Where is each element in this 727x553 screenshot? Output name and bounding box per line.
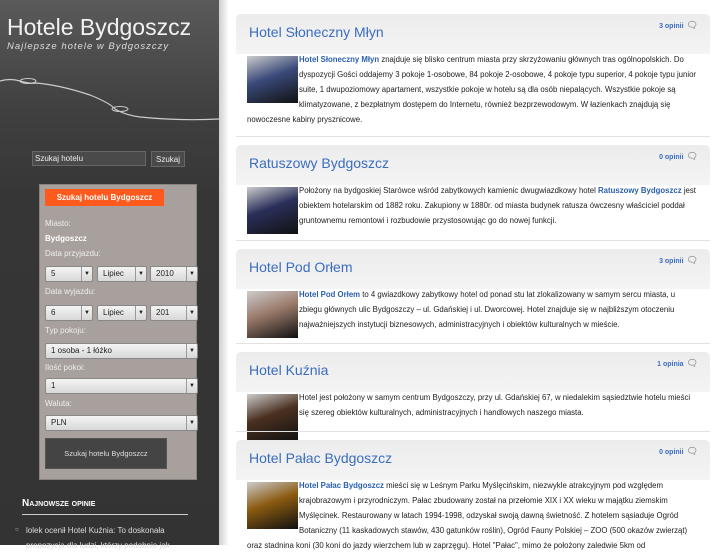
post-divider bbox=[236, 343, 710, 344]
hotel-thumbnail[interactable] bbox=[247, 56, 298, 103]
post-divider bbox=[236, 136, 710, 137]
comments-count: 1 opinia bbox=[657, 361, 684, 368]
room-type-label: Typ pokoju: bbox=[45, 326, 86, 335]
currency-value: PLN bbox=[51, 418, 67, 427]
arrival-month-select[interactable]: Lipiec ▼ bbox=[97, 266, 147, 282]
departure-month-value: Lipiec bbox=[103, 308, 124, 317]
post-text: znajduje się blisko centrum miasta przy … bbox=[247, 55, 697, 124]
post-header: Hotel Pod Orłem 3 opinii 🗨 bbox=[236, 249, 710, 289]
post-title[interactable]: Hotel Pod Orłem bbox=[249, 259, 352, 275]
comments-count: 0 opinii bbox=[659, 449, 684, 456]
post-title[interactable]: Hotel Słoneczny Młyn bbox=[249, 24, 384, 40]
arrival-day-select[interactable]: 5 ▼ bbox=[45, 266, 93, 282]
departure-year-value: 201 bbox=[156, 308, 170, 317]
rooms-select[interactable]: 1 ▼ bbox=[45, 378, 198, 394]
departure-label: Data wyjazdu: bbox=[45, 287, 96, 296]
chevron-down-icon: ▼ bbox=[186, 379, 197, 393]
search-hotel-submit-button[interactable]: Szukaj hotelu Bydgoszcz bbox=[45, 438, 167, 469]
chevron-down-icon: ▼ bbox=[81, 306, 92, 320]
departure-day-value: 6 bbox=[51, 308, 56, 317]
post-text: Hotel jest położony w samym centrum Bydg… bbox=[299, 393, 691, 417]
currency-select[interactable]: PLN ▼ bbox=[45, 415, 198, 431]
sidebar-shadow bbox=[219, 0, 229, 545]
hotel-post: Ratuszowy Bydgoszcz 0 opinii 🗨 Położony n… bbox=[236, 145, 710, 234]
site-subtitle: Najlepsze hotele w Bydgoszczy bbox=[7, 41, 170, 52]
comments-link[interactable]: 1 opinia 🗨 bbox=[657, 358, 698, 369]
hotel-thumbnail[interactable] bbox=[247, 291, 298, 338]
comments-link[interactable]: 0 opinii 🗨 bbox=[659, 151, 698, 162]
hotel-post: Hotel Kuźnia 1 opinia 🗨 Hotel jest położo… bbox=[236, 352, 710, 441]
hotel-post: Hotel Pod Orłem 3 opinii 🗨 Hotel Pod Orłe… bbox=[236, 249, 710, 338]
comments-link[interactable]: 0 opinii 🗨 bbox=[659, 446, 698, 457]
chevron-down-icon: ▼ bbox=[186, 416, 197, 430]
comments-count: 3 opinii bbox=[659, 23, 684, 30]
post-header: Hotel Kuźnia 1 opinia 🗨 bbox=[236, 352, 710, 392]
post-body: Hotel jest położony w samym centrum Bydg… bbox=[236, 390, 710, 441]
post-title[interactable]: Hotel Pałac Bydgoszcz bbox=[249, 450, 392, 466]
arrival-year-select[interactable]: 2010 ▼ bbox=[150, 266, 198, 282]
hotel-thumbnail[interactable] bbox=[247, 394, 298, 441]
comment-bubble-icon: 🗨 bbox=[686, 20, 698, 30]
post-divider bbox=[236, 240, 710, 241]
comments-count: 3 opinii bbox=[659, 258, 684, 265]
post-divider bbox=[236, 431, 710, 432]
search-button[interactable]: Szukaj bbox=[151, 151, 185, 167]
post-header: Hotel Słoneczny Młyn 3 opinii 🗨 bbox=[236, 14, 710, 54]
chevron-down-icon: ▼ bbox=[186, 306, 197, 320]
post-header: Ratuszowy Bydgoszcz 0 opinii 🗨 bbox=[236, 145, 710, 185]
comment-bubble-icon: 🗨 bbox=[686, 255, 698, 265]
decorative-swirl bbox=[0, 78, 219, 121]
post-text: mieści się w Leśnym Parku Myślęcińskim, … bbox=[247, 481, 688, 550]
search-input[interactable] bbox=[32, 151, 146, 166]
rooms-label: Ilość pokoi: bbox=[45, 363, 86, 372]
post-header: Hotel Pałac Bydgoszcz 0 opinii 🗨 bbox=[236, 440, 710, 480]
comments-link[interactable]: 3 opinii 🗨 bbox=[659, 20, 698, 31]
arrival-year-value: 2010 bbox=[156, 269, 174, 278]
hotel-thumbnail[interactable] bbox=[247, 187, 298, 234]
currency-label: Waluta: bbox=[45, 399, 72, 408]
rooms-value: 1 bbox=[51, 381, 56, 390]
city-label: Miasto: bbox=[45, 219, 71, 228]
comment-bubble-icon: 🗨 bbox=[686, 446, 698, 456]
post-title[interactable]: Ratuszowy Bydgoszcz bbox=[249, 155, 389, 171]
city-value: Bydgoszcz bbox=[45, 234, 87, 243]
review-item[interactable]: lolek ocenił Hotel Kuźnia: To doskonała … bbox=[15, 523, 186, 553]
post-text: Położony na bydgoskiej Starówce wśród za… bbox=[299, 186, 599, 195]
chevron-down-icon: ▼ bbox=[81, 267, 92, 281]
chevron-down-icon: ▼ bbox=[186, 344, 197, 358]
post-title[interactable]: Hotel Kuźnia bbox=[249, 362, 328, 378]
post-hotel-link[interactable]: Hotel Słoneczny Młyn bbox=[299, 55, 379, 64]
post-body: Hotel Pod Orłem to 4 gwiazdkowy zabytkow… bbox=[236, 287, 710, 338]
hotel-search-form: Szukaj hotelu Bydgoszcz Miasto: Bydgoszc… bbox=[39, 184, 198, 480]
post-hotel-link[interactable]: Hotel Pałac Bydgoszcz bbox=[299, 481, 384, 490]
chevron-down-icon: ▼ bbox=[186, 267, 197, 281]
site-title[interactable]: Hotele Bydgoszcz bbox=[7, 14, 191, 41]
post-body: Hotel Pałac Bydgoszcz mieści się w Leśny… bbox=[236, 478, 710, 553]
post-hotel-link[interactable]: Ratuszowy Bydgoszcz bbox=[598, 186, 682, 195]
comment-bubble-icon: 🗨 bbox=[686, 358, 698, 368]
hotel-post: Hotel Słoneczny Młyn 3 opinii 🗨 Hotel Sło… bbox=[236, 14, 710, 127]
departure-year-select[interactable]: 201 ▼ bbox=[150, 305, 198, 321]
room-type-value: 1 osoba - 1 łóżko bbox=[51, 346, 112, 355]
hotel-search-header-button[interactable]: Szukaj hotelu Bydgoszcz bbox=[45, 189, 164, 206]
chevron-down-icon: ▼ bbox=[135, 267, 146, 281]
departure-day-select[interactable]: 6 ▼ bbox=[45, 305, 93, 321]
departure-month-select[interactable]: Lipiec ▼ bbox=[97, 305, 147, 321]
latest-reviews-heading: Najnowsze opinie bbox=[22, 498, 188, 515]
arrival-month-value: Lipiec bbox=[103, 269, 124, 278]
comment-bubble-icon: 🗨 bbox=[686, 151, 698, 161]
sidebar: Hotele Bydgoszcz Najlepsze hotele w Bydg… bbox=[0, 0, 219, 550]
room-type-select[interactable]: 1 osoba - 1 łóżko ▼ bbox=[45, 343, 198, 359]
comments-link[interactable]: 3 opinii 🗨 bbox=[659, 255, 698, 266]
hotel-thumbnail[interactable] bbox=[247, 482, 298, 529]
hotel-post: Hotel Pałac Bydgoszcz 0 opinii 🗨 Hotel Pa… bbox=[236, 440, 710, 553]
arrival-day-value: 5 bbox=[51, 269, 56, 278]
post-body: Hotel Słoneczny Młyn znajduje się blisko… bbox=[236, 52, 710, 127]
post-body: Położony na bydgoskiej Starówce wśród za… bbox=[236, 183, 710, 234]
comments-count: 0 opinii bbox=[659, 154, 684, 161]
chevron-down-icon: ▼ bbox=[135, 306, 146, 320]
arrival-label: Data przyjazdu: bbox=[45, 249, 101, 258]
post-hotel-link[interactable]: Hotel Pod Orłem bbox=[299, 290, 360, 299]
